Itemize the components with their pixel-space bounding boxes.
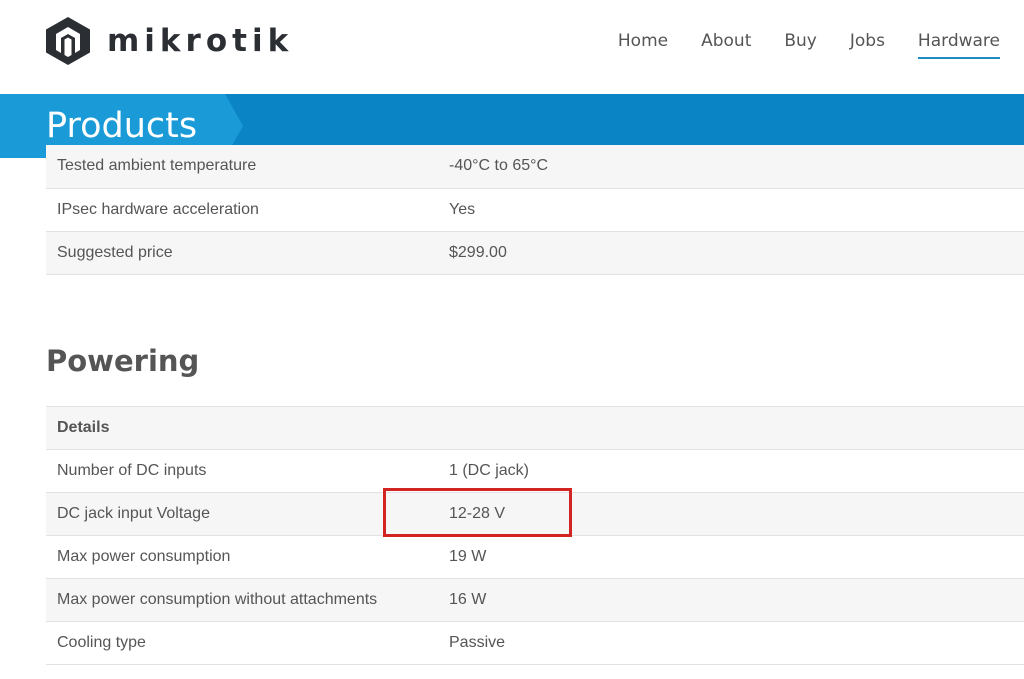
section-title-powering: Powering <box>46 344 200 378</box>
table-row: IPsec hardware acceleration Yes <box>46 188 1024 232</box>
spec-label: IPsec hardware acceleration <box>46 188 433 232</box>
spec-value: Yes <box>433 188 1024 232</box>
nav-about[interactable]: About <box>701 31 751 59</box>
table-row: Number of DC inputs 1 (DC jack) <box>46 449 1024 493</box>
spec-label: DC jack input Voltage <box>46 492 433 536</box>
nav-jobs[interactable]: Jobs <box>850 31 885 59</box>
brand-logo[interactable]: mikrotik <box>45 16 293 66</box>
nav-buy[interactable]: Buy <box>784 31 817 59</box>
table-header-row: Details <box>46 406 1024 450</box>
spec-label: Cooling type <box>46 621 433 665</box>
spec-value: 19 W <box>433 535 1024 579</box>
spec-value: 1 (DC jack) <box>433 449 1024 493</box>
spec-label: Tested ambient temperature <box>46 145 433 189</box>
highlight-annotation-box <box>383 488 572 537</box>
table-row: Tested ambient temperature -40°C to 65°C <box>46 145 1024 189</box>
page-title: Products <box>46 106 198 146</box>
nav-hardware[interactable]: Hardware <box>917 31 1000 59</box>
mikrotik-logo-icon <box>46 17 90 65</box>
table-row: Max power consumption 19 W <box>46 535 1024 579</box>
table-row: Max power consumption without attachment… <box>46 578 1024 622</box>
spec-label: Max power consumption <box>46 535 433 579</box>
spec-label: Suggested price <box>46 231 433 275</box>
details-header: Details <box>46 406 1024 450</box>
nav-home[interactable]: Home <box>618 31 668 59</box>
spec-label: Max power consumption without attachment… <box>46 578 433 622</box>
specifications-table: Tested ambient temperature -40°C to 65°C… <box>46 145 1024 275</box>
table-row: Suggested price $299.00 <box>46 231 1024 275</box>
spec-value: -40°C to 65°C <box>433 145 1024 189</box>
main-nav: Home About Buy Jobs Hardware <box>585 31 1000 59</box>
spec-value: $299.00 <box>433 231 1024 275</box>
table-row: Cooling type Passive <box>46 621 1024 665</box>
spec-label: Number of DC inputs <box>46 449 433 493</box>
spec-value: 16 W <box>433 578 1024 622</box>
site-header: mikrotik Home About Buy Jobs Hardware <box>0 0 1024 94</box>
brand-wordmark: mikrotik <box>107 22 294 59</box>
spec-value: Passive <box>433 621 1024 665</box>
